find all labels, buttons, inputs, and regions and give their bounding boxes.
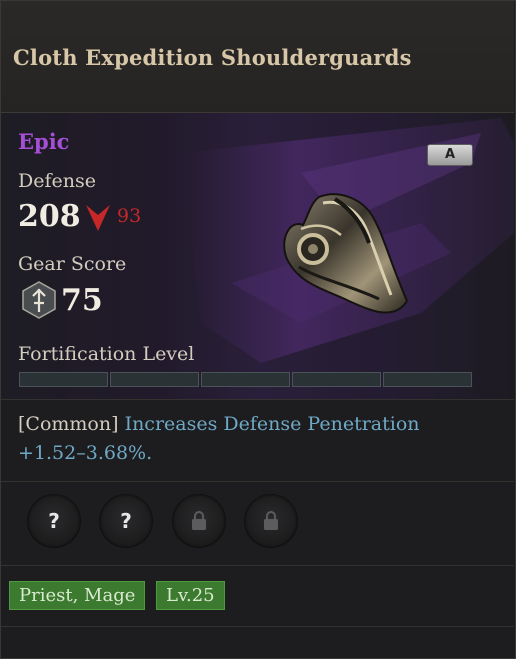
divider (1, 565, 514, 566)
trait-effect: [Common] Increases Defense Penetration +… (18, 410, 498, 468)
fortification-bar (19, 372, 474, 387)
effect-text-line1: Increases Defense Penetration (124, 413, 420, 435)
effect-text-line2: +1.52–3.68%. (18, 442, 153, 464)
effect-tag: [Common] (18, 413, 119, 435)
divider (1, 626, 514, 627)
defense-value: 208 (18, 199, 81, 234)
grade-badge: A (427, 144, 473, 166)
socket-locked[interactable] (244, 494, 298, 548)
tooltip-header: Cloth Expedition Shoulderguards (1, 1, 514, 113)
fortification-segment (19, 372, 108, 387)
gear-score-icon (22, 281, 56, 319)
socket-locked[interactable] (172, 494, 226, 548)
fortification-segment (201, 372, 290, 387)
divider (1, 399, 514, 400)
decrease-arrow-icon (86, 205, 110, 231)
socket-unknown[interactable]: ? (27, 494, 81, 548)
fortification-label: Fortification Level (18, 343, 195, 365)
lock-icon (192, 511, 206, 530)
gear-score-label: Gear Score (18, 253, 127, 275)
item-stats-panel: Epic A Defense 208 93 Gear Score 75 Fort… (1, 113, 514, 399)
shoulderguard-item-image (283, 193, 409, 314)
class-requirement-tag: Priest, Mage (9, 581, 146, 610)
defense-diff: 93 (117, 205, 142, 227)
lock-icon (264, 511, 278, 530)
item-name: Cloth Expedition Shoulderguards (13, 45, 412, 70)
fortification-segment (383, 372, 472, 387)
level-requirement-tag: Lv.25 (156, 581, 225, 610)
rarity-label: Epic (18, 129, 70, 154)
fortification-segment (292, 372, 381, 387)
gear-score-value: 75 (61, 283, 103, 318)
socket-row: ? ? (0, 482, 514, 564)
defense-label: Defense (18, 170, 96, 192)
question-mark-icon: ? (120, 509, 132, 533)
fortification-segment (110, 372, 199, 387)
question-mark-icon: ? (48, 509, 60, 533)
socket-unknown[interactable]: ? (99, 494, 153, 548)
